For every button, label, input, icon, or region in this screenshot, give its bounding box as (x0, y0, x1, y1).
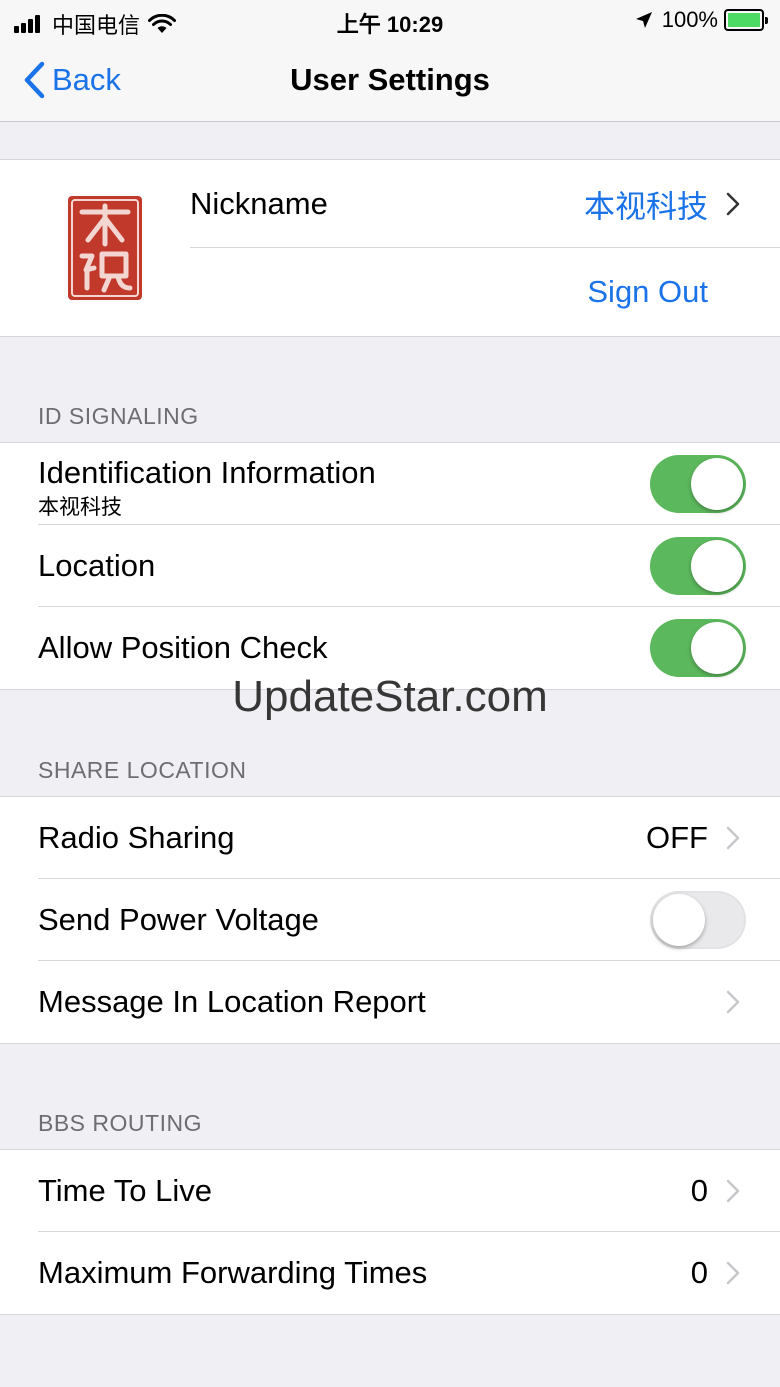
location-row: Location (38, 525, 780, 607)
toggle-knob (691, 540, 743, 592)
page-title: User Settings (290, 62, 490, 97)
send-power-toggle[interactable] (650, 891, 746, 949)
sign-out-button[interactable]: Sign Out (587, 274, 708, 310)
chevron-right-icon (726, 192, 740, 216)
location-label: Location (38, 548, 156, 583)
toggle-knob (691, 458, 743, 510)
message-report-label: Message In Location Report (38, 984, 426, 1019)
send-power-label: Send Power Voltage (38, 902, 319, 937)
chevron-right-icon (726, 826, 740, 850)
chevron-right-icon (726, 1179, 740, 1203)
toggle-knob (691, 622, 743, 674)
identification-toggle[interactable] (650, 455, 746, 513)
share-location-group: Radio Sharing OFF Send Power Voltage Mes… (0, 796, 780, 1044)
radio-sharing-row[interactable]: Radio Sharing OFF (38, 797, 780, 879)
identification-sublabel: 本视科技 (38, 496, 122, 519)
bbs-routing-group: Time To Live 0 Maximum Forwarding Times … (0, 1149, 780, 1315)
radio-sharing-value: OFF (646, 820, 708, 855)
profile-group: Nickname 本视科技 Sign Out (0, 159, 780, 337)
ttl-label: Time To Live (38, 1173, 213, 1208)
sign-out-row: Sign Out (190, 248, 780, 336)
nickname-row[interactable]: Nickname 本视科技 (190, 160, 780, 248)
message-report-row[interactable]: Message In Location Report (38, 961, 780, 1043)
identification-text: Identification Information 本视科技 (38, 455, 376, 521)
ttl-row[interactable]: Time To Live 0 (38, 1150, 780, 1232)
seal-logo-icon (71, 199, 139, 297)
identification-label: Identification Information (38, 455, 376, 490)
max-forwarding-row[interactable]: Maximum Forwarding Times 0 (38, 1232, 780, 1314)
battery-tip (765, 16, 768, 24)
id-signaling-group: Identification Information 本视科技 Location… (0, 442, 780, 690)
section-header-id-signaling: ID SIGNALING (38, 403, 199, 429)
toggle-knob (653, 894, 705, 946)
avatar[interactable] (68, 196, 142, 300)
max-forwarding-label: Maximum Forwarding Times (38, 1255, 428, 1290)
max-forwarding-value: 0 (690, 1255, 708, 1290)
status-right: 100% (634, 7, 768, 33)
send-power-row: Send Power Voltage (38, 879, 780, 961)
location-arrow-icon (635, 12, 652, 28)
nickname-label: Nickname (190, 186, 328, 221)
radio-sharing-label: Radio Sharing (38, 820, 235, 855)
location-toggle[interactable] (650, 537, 746, 595)
section-header-share-location: SHARE LOCATION (38, 757, 247, 783)
nav-bar: Back User Settings (0, 40, 780, 122)
identification-row: Identification Information 本视科技 (38, 443, 780, 525)
ttl-value: 0 (690, 1173, 708, 1208)
position-check-toggle[interactable] (650, 619, 746, 677)
chevron-right-icon (726, 1261, 740, 1285)
status-bar: 中国电信 上午 10:29 100% (0, 0, 780, 40)
watermark: UpdateStar.com (232, 672, 548, 721)
chevron-right-icon (726, 990, 740, 1014)
battery-icon (724, 9, 764, 31)
section-header-bbs-routing: BBS ROUTING (38, 1110, 202, 1136)
position-check-label: Allow Position Check (38, 630, 328, 665)
nickname-value: 本视科技 (584, 189, 708, 225)
battery-percent: 100% (661, 7, 718, 32)
